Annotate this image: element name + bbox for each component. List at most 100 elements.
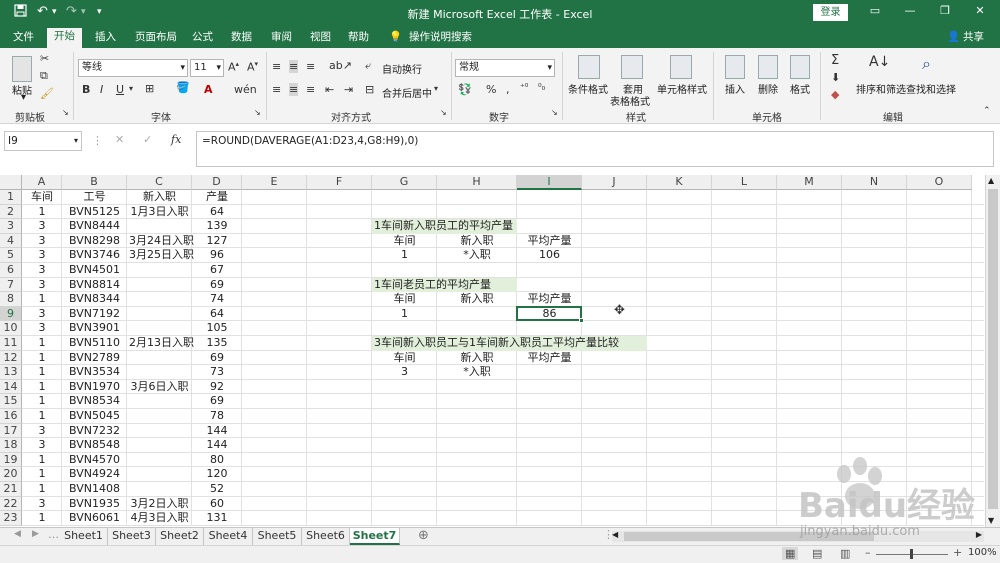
sheet-tab-active[interactable]: Sheet7 bbox=[350, 528, 400, 545]
output-cell[interactable]: 135 bbox=[192, 336, 242, 351]
hire-date-cell[interactable]: 3月24日入职 bbox=[127, 234, 194, 249]
row-header-22[interactable]: 22 bbox=[0, 496, 22, 512]
cancel-icon[interactable]: ✕ bbox=[115, 133, 124, 146]
row-header-21[interactable]: 21 bbox=[0, 482, 22, 497]
row-header-20[interactable]: 20 bbox=[0, 467, 22, 482]
number-launcher-icon[interactable]: ↘ bbox=[551, 108, 558, 117]
minimize-icon[interactable]: — bbox=[895, 4, 925, 17]
output-cell[interactable]: 60 bbox=[192, 497, 242, 512]
result-header[interactable]: 平均产量 bbox=[517, 292, 582, 307]
page-break-view-icon[interactable]: ▥ bbox=[840, 547, 850, 560]
italic-icon[interactable]: I bbox=[100, 83, 103, 96]
employee-id-cell[interactable]: BVN4501 bbox=[62, 263, 127, 278]
zoom-level[interactable]: 100% bbox=[968, 547, 997, 558]
workshop-cell[interactable]: 3 bbox=[22, 248, 62, 263]
employee-id-cell[interactable]: BVN7192 bbox=[62, 307, 127, 322]
zoom-slider-thumb[interactable] bbox=[910, 549, 913, 559]
column-header-d[interactable]: D bbox=[192, 175, 242, 190]
cut-icon[interactable]: ✂ bbox=[40, 52, 49, 65]
table-header-cell[interactable]: 产量 bbox=[192, 190, 242, 205]
hire-date-cell[interactable]: 2月13日入职 bbox=[127, 336, 194, 351]
employee-id-cell[interactable]: BVN6061 bbox=[62, 511, 127, 526]
hire-date-cell[interactable]: 4月3日入职 bbox=[127, 511, 192, 526]
page-layout-view-icon[interactable]: ▤ bbox=[812, 547, 822, 560]
workshop-cell[interactable]: 1 bbox=[22, 365, 62, 380]
paste-dropdown-icon[interactable]: ▾ bbox=[21, 92, 26, 103]
font-launcher-icon[interactable]: ↘ bbox=[254, 108, 261, 117]
orientation-icon[interactable]: ab↗ bbox=[329, 59, 352, 72]
close-icon[interactable]: ✕ bbox=[965, 4, 995, 17]
output-cell[interactable]: 69 bbox=[192, 278, 242, 293]
row-header-6[interactable]: 6 bbox=[0, 263, 22, 278]
zoom-out-icon[interactable]: – bbox=[865, 546, 871, 559]
employee-id-cell[interactable]: BVN8344 bbox=[62, 292, 127, 307]
employee-id-cell[interactable]: BVN5125 bbox=[62, 205, 127, 220]
output-cell[interactable]: 92 bbox=[192, 380, 242, 395]
criteria-header[interactable]: 车间 bbox=[372, 234, 437, 249]
employee-id-cell[interactable]: BVN8548 bbox=[62, 438, 127, 453]
employee-id-cell[interactable]: BVN4924 bbox=[62, 467, 127, 482]
copy-icon[interactable]: ⧉ bbox=[40, 69, 48, 83]
employee-id-cell[interactable]: BVN1935 bbox=[62, 497, 127, 512]
output-cell[interactable]: 78 bbox=[192, 409, 242, 424]
zoom-in-icon[interactable]: + bbox=[953, 546, 962, 559]
output-cell[interactable]: 74 bbox=[192, 292, 242, 307]
format-as-table-icon[interactable] bbox=[621, 55, 643, 79]
increase-font-icon[interactable]: A▴ bbox=[228, 60, 239, 74]
output-cell[interactable]: 139 bbox=[192, 219, 242, 234]
result-header[interactable]: 平均产量 bbox=[517, 234, 582, 249]
tab-view[interactable]: 视图 bbox=[303, 29, 338, 48]
criteria-header[interactable]: 车间 bbox=[372, 292, 437, 307]
decrease-font-icon[interactable]: A▾ bbox=[247, 60, 258, 74]
percent-icon[interactable]: % bbox=[486, 83, 496, 96]
employee-id-cell[interactable]: BVN5110 bbox=[62, 336, 127, 351]
sheet-tab[interactable]: Sheet6 bbox=[302, 528, 350, 545]
insert-function-icon[interactable]: fx bbox=[171, 133, 181, 146]
increase-indent-icon[interactable]: ⇥ bbox=[344, 83, 353, 96]
output-cell[interactable]: 64 bbox=[192, 307, 242, 322]
workshop-cell[interactable]: 3 bbox=[22, 497, 62, 512]
table-header-cell[interactable]: 车间 bbox=[22, 190, 62, 205]
criteria-value[interactable]: *入职 bbox=[437, 365, 517, 380]
row-header-15[interactable]: 15 bbox=[0, 394, 22, 409]
number-format-select[interactable]: 常规 ▾ bbox=[455, 59, 555, 77]
merge-center-button[interactable]: 合并后居中 bbox=[382, 85, 432, 100]
ribbon-display-icon[interactable]: ▭ bbox=[860, 4, 890, 17]
row-header-1[interactable]: 1 bbox=[0, 190, 22, 205]
row-header-9[interactable]: 9 bbox=[0, 306, 22, 322]
column-header-c[interactable]: C bbox=[127, 175, 192, 190]
conditional-format-button[interactable]: 条件格式 bbox=[568, 81, 608, 96]
hire-date-cell[interactable]: 3月6日入职 bbox=[127, 380, 192, 395]
sheet-tab[interactable]: Sheet5 bbox=[253, 528, 302, 545]
maximize-icon[interactable]: ❐ bbox=[930, 4, 960, 17]
font-size-select[interactable]: 11 ▾ bbox=[190, 59, 224, 77]
hire-date-cell[interactable]: 1月3日入职 bbox=[127, 205, 192, 220]
cell-styles-icon[interactable] bbox=[670, 55, 692, 79]
workshop-cell[interactable]: 3 bbox=[22, 307, 62, 322]
wrap-text-icon[interactable]: ⤶ bbox=[365, 59, 371, 73]
sheet-tab[interactable]: Sheet4 bbox=[204, 528, 253, 545]
output-cell[interactable]: 69 bbox=[192, 394, 242, 409]
row-header-5[interactable]: 5 bbox=[0, 248, 22, 263]
row-header-14[interactable]: 14 bbox=[0, 379, 22, 395]
output-cell[interactable]: 105 bbox=[192, 321, 242, 336]
conditional-format-icon[interactable] bbox=[578, 55, 600, 79]
row-header-13[interactable]: 13 bbox=[0, 365, 22, 380]
output-cell[interactable]: 73 bbox=[192, 365, 242, 380]
hire-date-cell[interactable]: 3月25日入职 bbox=[127, 248, 194, 263]
column-header-j[interactable]: J bbox=[582, 175, 647, 190]
employee-id-cell[interactable]: BVN8534 bbox=[62, 394, 127, 409]
font-name-select[interactable]: 等线 ▾ bbox=[78, 59, 188, 77]
sort-filter-icon[interactable]: A↓ bbox=[869, 54, 890, 70]
result-value[interactable]: 106 bbox=[517, 248, 582, 263]
workshop-cell[interactable]: 1 bbox=[22, 380, 62, 395]
column-header-m[interactable]: M bbox=[777, 175, 842, 190]
row-header-23[interactable]: 23 bbox=[0, 511, 22, 526]
clear-icon[interactable]: ◆ bbox=[831, 88, 839, 101]
name-box[interactable]: I9 ▾ bbox=[4, 131, 82, 151]
workshop-cell[interactable]: 1 bbox=[22, 409, 62, 424]
output-cell[interactable]: 52 bbox=[192, 482, 242, 497]
login-button[interactable]: 登录 bbox=[813, 4, 848, 21]
row-header-8[interactable]: 8 bbox=[0, 292, 22, 307]
criteria-header[interactable]: 新入职 bbox=[437, 292, 517, 307]
